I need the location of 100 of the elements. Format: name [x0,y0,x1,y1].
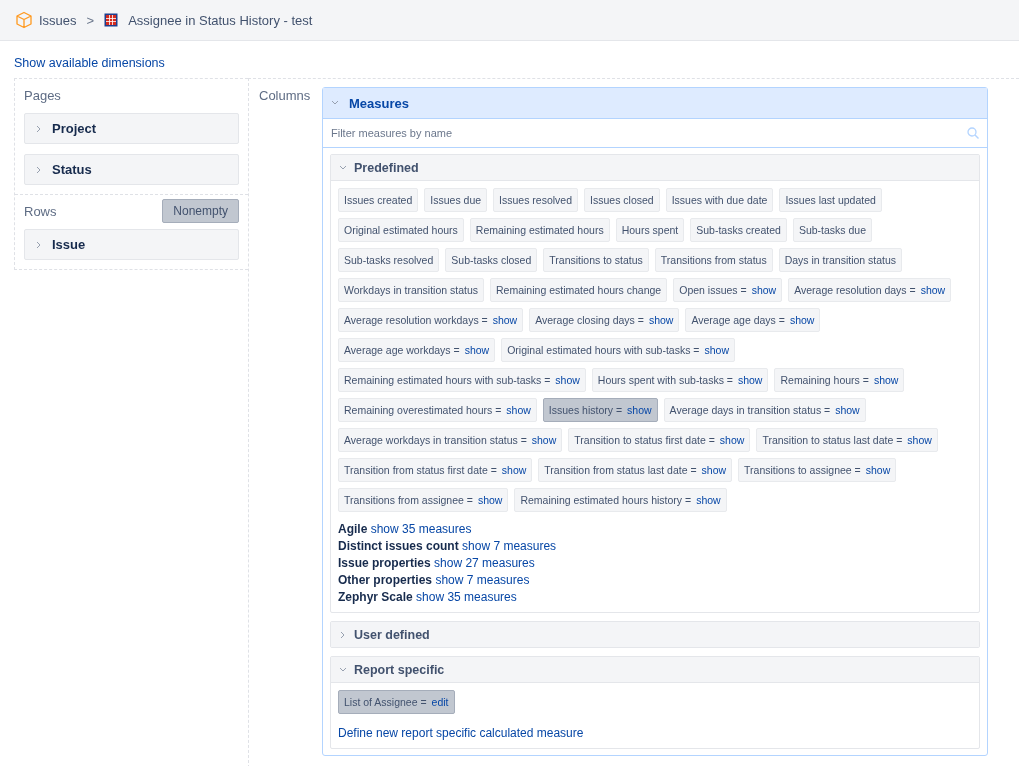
report-title: Assignee in Status History - test [128,12,313,28]
action-link[interactable]: show [701,464,727,476]
measure-label: Remaining estimated hours with sub-tasks = [344,374,551,386]
action-link[interactable]: show [501,464,527,476]
measure-label: Open issues = [679,284,747,296]
measure-chip[interactable]: Issues due [424,188,488,212]
measure-chip[interactable]: Remaining estimated hours with sub-tasks = show [338,368,586,392]
measure-chip[interactable]: Transitions from status [654,248,773,272]
action-link[interactable]: show [873,374,899,386]
measure-chip[interactable]: Hours spent with sub-tasks = show [591,368,769,392]
action-link[interactable]: show [627,404,652,416]
show-measures-link[interactable]: show 7 measures [435,573,530,587]
measure-chip[interactable]: Issues history = show [542,398,658,422]
measure-chip[interactable]: Transition from status last date = show [538,458,733,482]
measure-group: Agile show 35 measures [338,522,972,536]
action-link[interactable]: show [719,434,745,446]
filter-field[interactable]: Filter measures by name [331,127,967,139]
section-header[interactable]: Predefined [331,155,979,180]
show-measures-link[interactable]: show 35 measures [370,522,472,536]
measure-label: Transitions from assignee = [344,494,473,506]
measure-chip[interactable]: Days in transition status [778,248,903,272]
measure-chip[interactable]: Issues last updated [779,188,882,212]
measure-chip[interactable]: Issues with due date [665,188,774,212]
measure-chip[interactable]: Issues closed [584,188,660,212]
show-dimensions-link[interactable]: Show available dimensions [14,56,165,70]
measure-chip[interactable]: Issues resolved [493,188,579,212]
table-icon [104,13,119,27]
measure-chip[interactable]: Workdays in transition status [338,278,485,302]
action-link[interactable]: show [751,284,777,296]
measure-chip[interactable]: Transition to status first date = show [568,428,751,452]
measure-chip[interactable]: Issues created [338,188,419,212]
action-link[interactable]: show [835,404,860,416]
dimension-item[interactable]: Project [24,113,239,144]
action-link[interactable]: show [696,494,721,506]
chevron-down-icon [339,163,347,172]
measure-chip[interactable]: Remaining estimated hours change [490,278,668,302]
measure-chip[interactable]: Average closing days = show [529,308,680,332]
measure-chip[interactable]: Hours spent [615,218,685,242]
measure-label: Issues history = [548,404,623,416]
measure-chip[interactable]: List of Assignee = edit [338,690,455,714]
measure-chip[interactable]: Original estimated hours with sub-tasks = show [501,338,735,362]
measure-chip[interactable]: Average workdays in transition status = show [338,428,563,452]
action-link[interactable]: show [648,314,674,326]
measure-chip[interactable]: Open issues = show [673,278,783,302]
measure-chip[interactable]: Transitions to assignee = show [738,458,897,482]
chevron-down-icon [339,665,347,674]
measure-label: Transitions to assignee = [744,464,861,476]
show-measures-link[interactable]: show 7 measures [462,539,557,553]
measure-chip[interactable]: Transitions to status [543,248,649,272]
dimension-item[interactable]: Issue [24,229,239,260]
measure-label: Average closing days = [535,314,644,326]
action-link[interactable]: show [865,464,891,476]
define-measure-link[interactable]: Define new report specific calculated measure [338,726,972,740]
measure-group: Other properties show 7 measures [338,573,972,587]
measure-group: Distinct issues count show 7 measures [338,539,972,553]
action-link[interactable]: show [477,494,503,506]
action-link[interactable]: show [492,314,518,326]
measure-chip[interactable]: Sub-tasks due [792,218,873,242]
section-header[interactable]: User defined [331,622,979,647]
action-link[interactable]: show [907,434,932,446]
action-link[interactable]: show [920,284,946,296]
measure-label: Original estimated hours with sub-tasks = [507,344,700,356]
measure-group: Issue properties show 27 measures [338,556,972,570]
breadcrumb-link[interactable]: Issues [39,12,77,28]
measure-chip[interactable]: Remaining hours = show [774,368,905,392]
action-link[interactable]: show [555,374,580,386]
dimension-item[interactable]: Status [24,154,239,185]
nonempty-button[interactable]: Nonempty [162,199,239,223]
show-measures-link[interactable]: show 35 measures [416,590,517,604]
measure-chip[interactable]: Transition from status first date = show [338,458,533,482]
action-link[interactable]: show [704,344,729,356]
measure-label: Average days in transition status = [669,404,831,416]
measure-chip[interactable]: Average age days = show [685,308,821,332]
measure-chip[interactable]: Remaining estimated hours history = show [514,488,727,512]
measures-header[interactable]: Measures [323,88,987,119]
measure-chip[interactable]: Sub-tasks created [690,218,787,242]
action-link[interactable]: show [789,314,815,326]
measure-label: Average workdays in transition status = [344,434,527,446]
measure-chip[interactable]: Average resolution days = show [788,278,952,302]
section-label: Pages [24,87,61,103]
measure-chip[interactable]: Average resolution workdays = show [338,308,524,332]
measure-chip[interactable]: Remaining estimated hours [469,218,610,242]
search-icon [967,127,979,139]
action-link[interactable]: show [506,404,531,416]
measure-group: Zephyr Scale show 35 measures [338,590,972,604]
measure-chip[interactable]: Average days in transition status = show [663,398,866,422]
action-link[interactable]: show [531,434,557,446]
measure-chip[interactable]: Remaining overestimated hours = show [338,398,537,422]
action-link[interactable]: show [464,344,490,356]
measure-chip[interactable]: Transition to status last date = show [756,428,938,452]
measure-chip[interactable]: Average age workdays = show [338,338,496,362]
action-link[interactable]: show [737,374,763,386]
show-measures-link[interactable]: show 27 measures [434,556,535,570]
section-header[interactable]: Report specific [331,657,979,682]
measure-chip[interactable]: Sub-tasks resolved [338,248,440,272]
measure-chip[interactable]: Transitions from assignee = show [338,488,509,512]
action-link[interactable]: edit [431,696,449,708]
measure-chip[interactable]: Original estimated hours [338,218,464,242]
measure-label: List of Assignee = [344,696,427,708]
measure-chip[interactable]: Sub-tasks closed [445,248,538,272]
